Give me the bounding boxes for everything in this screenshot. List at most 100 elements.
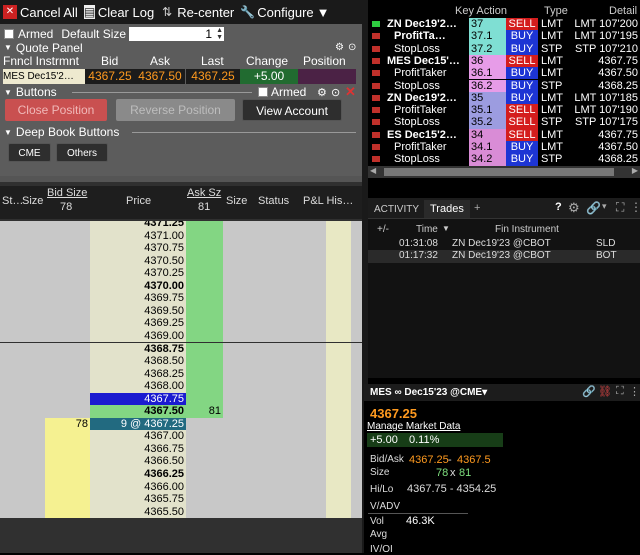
gear-icon[interactable]: ⚙ bbox=[317, 86, 327, 99]
bid-size-cell[interactable] bbox=[45, 229, 90, 243]
splitter[interactable] bbox=[0, 176, 362, 182]
order-row[interactable]: StopLoss 35.2 SELL STP STP 107'175 bbox=[368, 116, 640, 129]
ladder-row[interactable]: 4366.25 bbox=[0, 468, 362, 481]
link-icon[interactable]: 🔗 bbox=[582, 385, 596, 398]
view-account-button[interactable]: View Account bbox=[242, 99, 342, 121]
order-action[interactable]: BUY bbox=[506, 91, 538, 105]
order-size-cell[interactable] bbox=[223, 229, 326, 243]
ask-size-cell[interactable] bbox=[186, 480, 223, 494]
order-size-cell[interactable] bbox=[223, 292, 326, 305]
ladder-row[interactable]: 4367.50 81 bbox=[0, 405, 362, 418]
gear-icon[interactable]: ⚙ bbox=[335, 42, 344, 53]
order-size-cell[interactable] bbox=[223, 505, 326, 519]
status-cell[interactable] bbox=[0, 455, 45, 468]
order-row[interactable]: ProfitTaker 36.1 BUY LMT 4367.50 bbox=[368, 67, 640, 80]
ladder-row[interactable]: 4369.25 bbox=[0, 317, 362, 330]
ask-size-cell[interactable] bbox=[186, 355, 223, 368]
order-action[interactable]: BUY bbox=[506, 79, 538, 92]
header-size[interactable]: Size bbox=[22, 195, 43, 207]
order-action[interactable]: BUY bbox=[506, 153, 538, 166]
tab-activity[interactable]: ACTIVITY bbox=[374, 204, 419, 215]
order-size-cell[interactable] bbox=[223, 392, 326, 406]
order-action[interactable]: BUY bbox=[506, 30, 538, 43]
help-icon[interactable]: ? bbox=[555, 201, 562, 213]
order-detail[interactable]: 4368.25 bbox=[568, 153, 638, 165]
ladder-row[interactable]: 4371.00 bbox=[0, 229, 362, 243]
ask-size-cell[interactable]: 81 bbox=[186, 405, 223, 418]
default-size-input[interactable]: 1 ▲ ▼ bbox=[129, 27, 225, 41]
order-size-cell[interactable] bbox=[223, 242, 326, 255]
header-time[interactable]: Time bbox=[416, 224, 438, 235]
order-action[interactable]: BUY bbox=[506, 67, 538, 80]
header-price[interactable]: Price bbox=[126, 195, 151, 207]
bid-size-cell[interactable] bbox=[45, 279, 90, 293]
ladder-row[interactable]: 4368.75 bbox=[0, 342, 362, 355]
order-detail[interactable]: 4367.50 bbox=[568, 141, 638, 153]
order-row[interactable]: ProfitTaker 34.1 BUY LMT 4367.50 bbox=[368, 141, 640, 154]
order-detail[interactable]: LMT 107'190 bbox=[568, 104, 638, 116]
header-ask-size[interactable]: Ask Sz bbox=[187, 187, 221, 199]
status-cell[interactable] bbox=[0, 468, 45, 481]
order-detail[interactable]: 4368.25 bbox=[568, 80, 638, 92]
price-cell[interactable]: 4369.50 bbox=[90, 304, 186, 318]
ask-size-cell[interactable] bbox=[186, 392, 223, 406]
order-size-cell[interactable] bbox=[223, 493, 326, 506]
ask-size-cell[interactable] bbox=[186, 417, 223, 431]
menu-arrow-icon[interactable]: ▾ bbox=[602, 201, 607, 212]
price-cell[interactable]: 4366.00 bbox=[90, 480, 186, 494]
bid-size-cell[interactable]: 78 bbox=[45, 417, 90, 431]
order-size-cell[interactable] bbox=[223, 267, 326, 280]
order-action[interactable]: SELL bbox=[506, 116, 538, 129]
ask-size-cell[interactable] bbox=[186, 430, 223, 443]
scroll-left-icon[interactable]: ◀ bbox=[370, 166, 376, 175]
ask-size-cell[interactable] bbox=[186, 342, 223, 355]
order-row[interactable]: ProfitTaker 35.1 SELL LMT LMT 107'190 bbox=[368, 104, 640, 117]
more-icon[interactable]: ⋮ bbox=[630, 200, 640, 214]
order-size-cell[interactable] bbox=[223, 221, 326, 230]
add-tab-button[interactable]: + bbox=[474, 202, 480, 214]
order-size-cell[interactable] bbox=[223, 430, 326, 443]
ask-size-cell[interactable] bbox=[186, 292, 223, 305]
order-size-cell[interactable] bbox=[223, 355, 326, 368]
order-size-cell[interactable] bbox=[223, 317, 326, 330]
bid-size-cell[interactable] bbox=[45, 405, 90, 418]
ladder-row[interactable]: 4370.25 bbox=[0, 267, 362, 280]
order-size-cell[interactable] bbox=[223, 342, 326, 355]
header-size2[interactable]: Size bbox=[226, 195, 247, 207]
ask-size-cell[interactable] bbox=[186, 329, 223, 343]
bid-size-cell[interactable] bbox=[45, 304, 90, 318]
price-cell[interactable]: 4368.75 bbox=[90, 342, 186, 355]
order-size-cell[interactable] bbox=[223, 405, 326, 418]
status-cell[interactable] bbox=[0, 380, 45, 393]
market-title[interactable]: MES ∞ Dec15'23 @CME▾ bbox=[370, 387, 487, 398]
status-cell[interactable] bbox=[0, 442, 45, 456]
price-cell[interactable]: 9 @ 4367.25 bbox=[90, 417, 186, 431]
header-pl-history[interactable]: P&L His… bbox=[303, 195, 353, 207]
bid-size-cell[interactable] bbox=[45, 480, 90, 494]
order-row[interactable]: ES Dec15'2… 34 SELL LMT 4367.75 bbox=[368, 128, 640, 141]
ask-size-cell[interactable] bbox=[186, 468, 223, 481]
armed-checkbox[interactable] bbox=[4, 29, 14, 39]
status-cell[interactable] bbox=[0, 430, 45, 443]
ladder-row[interactable]: 4370.00 bbox=[0, 279, 362, 293]
order-detail[interactable]: STP 107'175 bbox=[568, 116, 638, 128]
trade-row[interactable]: 01:17:32 ZN Dec19'23 @CBOT BOT bbox=[368, 250, 640, 263]
status-cell[interactable] bbox=[0, 367, 45, 381]
header-bid-size[interactable]: Bid Size bbox=[47, 187, 87, 199]
ask-size-cell[interactable] bbox=[186, 279, 223, 293]
status-cell[interactable] bbox=[0, 221, 45, 230]
ladder-row[interactable]: 4370.50 bbox=[0, 254, 362, 268]
status-cell[interactable] bbox=[0, 292, 45, 305]
order-row[interactable]: ZN Dec19'2… 37 SELL LMT LMT 107'200 bbox=[368, 18, 640, 31]
tab-trades[interactable]: Trades bbox=[424, 200, 470, 218]
header-sign[interactable]: +/- bbox=[377, 224, 389, 235]
price-cell[interactable]: 4371.25 bbox=[90, 221, 186, 230]
status-cell[interactable] bbox=[0, 355, 45, 368]
ladder-row[interactable]: 4368.25 bbox=[0, 367, 362, 381]
quote-instrument[interactable]: MES Dec15'2… bbox=[3, 69, 85, 84]
ask-size-cell[interactable] bbox=[186, 229, 223, 243]
bid-size-cell[interactable] bbox=[45, 468, 90, 481]
bid-size-cell[interactable] bbox=[45, 221, 90, 230]
order-row[interactable]: StopLoss 37.2 BUY STP STP 107'210 bbox=[368, 42, 640, 55]
ladder-row[interactable]: 4371.25 bbox=[0, 221, 362, 230]
